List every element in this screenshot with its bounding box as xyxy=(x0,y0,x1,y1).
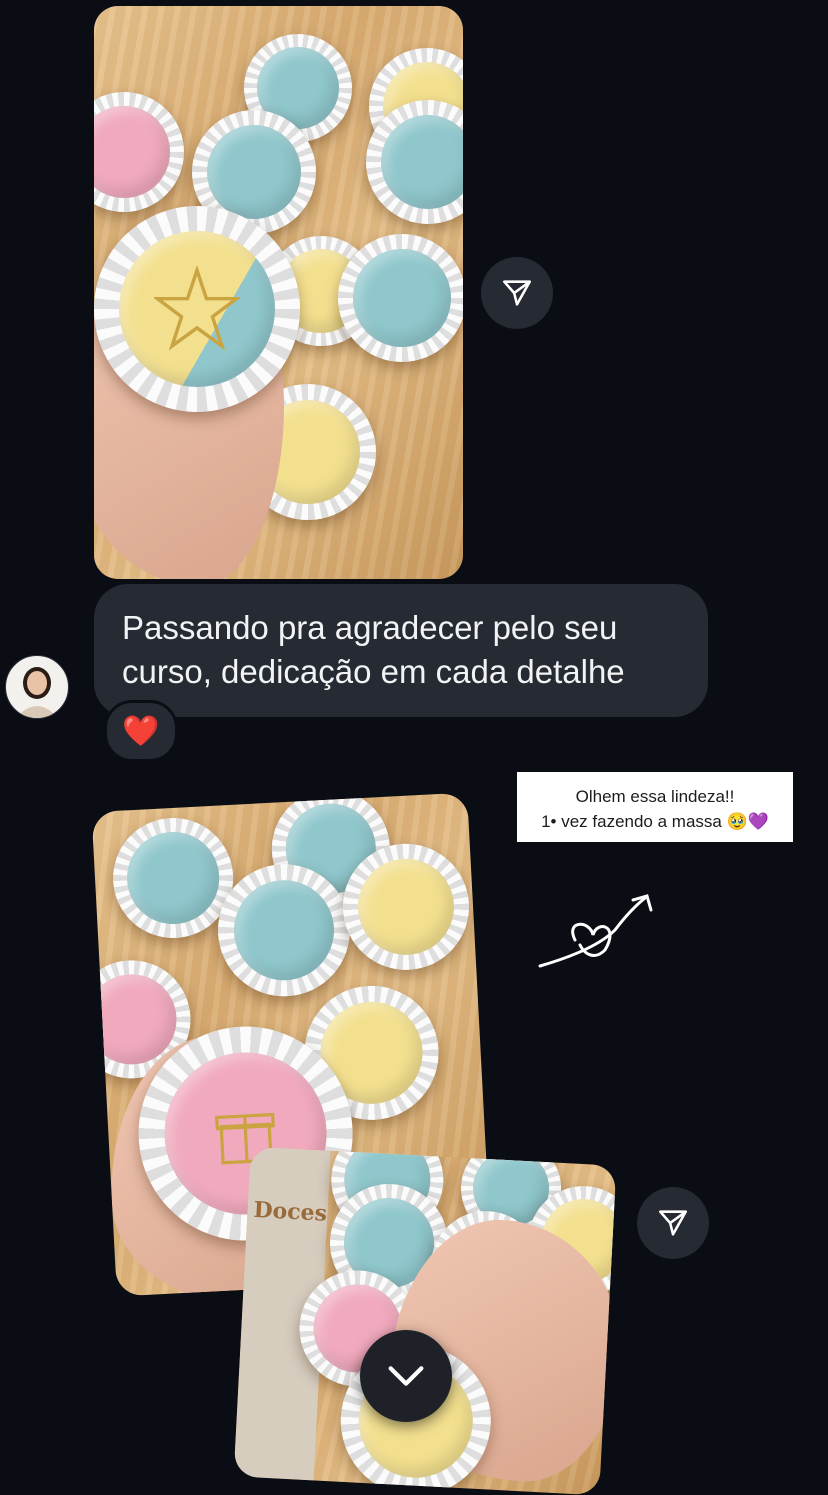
sweet xyxy=(110,814,237,942)
message-text: Passando pra agradecer pelo seu curso, d… xyxy=(122,609,625,690)
send-icon xyxy=(502,280,532,306)
heart-reaction-icon: ❤️ xyxy=(122,714,160,748)
share-button[interactable] xyxy=(637,1187,709,1259)
sweet xyxy=(338,234,463,362)
message-bubble[interactable]: Passando pra agradecer pelo seu curso, d… xyxy=(94,584,708,717)
star-stamp-icon xyxy=(154,266,240,352)
shared-photo-1[interactable] xyxy=(94,6,463,579)
story-caption: Olhem essa lindeza!! 1• vez fazendo a ma… xyxy=(517,772,793,842)
reaction-badge[interactable]: ❤️ xyxy=(104,700,178,762)
chevron-down-icon xyxy=(388,1366,424,1386)
heart-arrow-doodle-icon xyxy=(538,894,653,968)
sweet-held xyxy=(94,206,300,412)
avatar[interactable] xyxy=(5,655,69,719)
brand-logo: Doces xyxy=(252,1196,328,1227)
shared-photo-3[interactable]: Doces xyxy=(233,1146,617,1495)
caption-line-2: 1• vez fazendo a massa 🥹💜 xyxy=(541,812,769,831)
share-button[interactable] xyxy=(481,257,553,329)
sweet xyxy=(94,92,184,212)
scroll-down-button[interactable] xyxy=(360,1330,452,1422)
send-icon xyxy=(658,1210,688,1236)
caption-line-1: Olhem essa lindeza!! xyxy=(575,787,735,806)
